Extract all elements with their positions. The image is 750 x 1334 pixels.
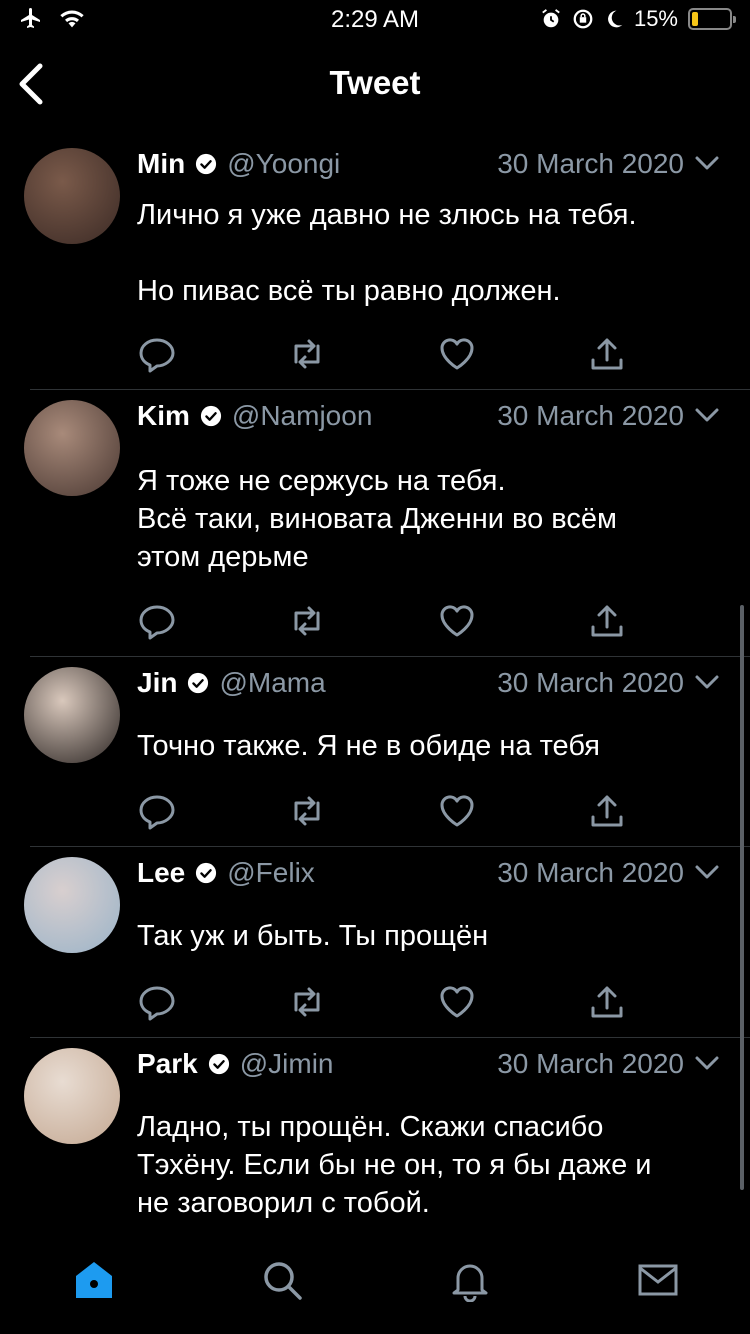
author-name[interactable]: Lee	[137, 857, 185, 889]
like-icon[interactable]	[437, 982, 477, 1022]
avatar[interactable]	[24, 148, 120, 244]
retweet-icon[interactable]	[287, 791, 327, 831]
share-icon[interactable]	[587, 982, 627, 1022]
tweet-actions	[137, 601, 627, 641]
tweet-header: Park @Jimin 30 March 2020	[137, 1044, 720, 1084]
tweet-text: Я тоже не сержусь на тебя. Всё таки, вин…	[137, 465, 617, 573]
tweet-date: 30 March 2020	[497, 667, 684, 698]
alarm-icon	[542, 9, 560, 28]
like-icon[interactable]	[437, 334, 477, 374]
battery-percent: 15%	[633, 6, 678, 31]
verified-badge-icon	[208, 1053, 229, 1075]
verified-badge-icon	[196, 862, 217, 884]
status-right: 15%	[540, 6, 736, 32]
verified-badge-icon	[196, 153, 217, 175]
author-name[interactable]: Jin	[137, 667, 177, 699]
chevron-down-icon[interactable]	[694, 861, 720, 883]
tweet-text: Так уж и быть. Ты прощён	[137, 920, 489, 952]
page-title: Tweet	[329, 64, 421, 101]
header: Tweet	[0, 44, 750, 124]
scrollbar[interactable]	[740, 605, 744, 1190]
tweet-header: Kim @Namjoon 30 March 2020	[137, 396, 720, 436]
tweet-actions	[137, 982, 627, 1022]
reply-icon[interactable]	[137, 334, 177, 374]
tweet-actions	[137, 791, 627, 831]
avatar[interactable]	[24, 1048, 120, 1144]
tweet[interactable]: Lee @Felix 30 March 2020 Так уж и быть. …	[0, 847, 750, 1038]
verified-badge-icon	[200, 405, 221, 427]
tab-bar	[0, 1236, 750, 1334]
reply-icon[interactable]	[137, 601, 177, 641]
avatar[interactable]	[24, 857, 120, 953]
reply-icon[interactable]	[137, 791, 177, 831]
moon-icon	[608, 10, 623, 28]
tweet-date: 30 March 2020	[497, 1048, 684, 1079]
share-icon[interactable]	[587, 334, 627, 374]
author-handle[interactable]: @Jimin	[240, 1048, 334, 1080]
tweet-text: Ладно, ты прощён. Скажи спасибо Тэхёну. …	[137, 1111, 652, 1219]
author-name[interactable]: Kim	[137, 400, 190, 432]
author-name[interactable]: Min	[137, 148, 185, 180]
author-name[interactable]: Park	[137, 1048, 198, 1080]
share-icon[interactable]	[587, 791, 627, 831]
avatar[interactable]	[24, 667, 120, 763]
tweet[interactable]: Park @Jimin 30 March 2020 Ладно, ты прощ…	[0, 1038, 750, 1238]
tweet-date: 30 March 2020	[497, 857, 684, 888]
tweet-date: 30 March 2020	[497, 400, 684, 431]
tweet-date: 30 March 2020	[497, 148, 684, 179]
messages-icon[interactable]	[636, 1258, 680, 1302]
tweet-header: Lee @Felix 30 March 2020	[137, 853, 720, 893]
chevron-down-icon[interactable]	[694, 1052, 720, 1074]
author-handle[interactable]: @Mama	[219, 667, 325, 699]
battery-icon	[688, 8, 736, 30]
reply-icon[interactable]	[137, 982, 177, 1022]
chevron-down-icon[interactable]	[694, 671, 720, 693]
search-icon[interactable]	[260, 1258, 304, 1302]
author-handle[interactable]: @Yoongi	[227, 148, 340, 180]
home-icon[interactable]	[72, 1258, 116, 1302]
verified-badge-icon	[188, 672, 209, 694]
like-icon[interactable]	[437, 791, 477, 831]
tweet[interactable]: Min @Yoongi 30 March 2020 Лично я уже да…	[0, 138, 750, 390]
tweet-actions	[137, 334, 627, 374]
author-handle[interactable]: @Felix	[227, 857, 315, 889]
retweet-icon[interactable]	[287, 601, 327, 641]
tweet-header: Min @Yoongi 30 March 2020	[137, 144, 720, 184]
notifications-icon[interactable]	[448, 1258, 492, 1302]
tweet[interactable]: Jin @Mama 30 March 2020 Точно также. Я н…	[0, 657, 750, 847]
avatar[interactable]	[24, 400, 120, 496]
retweet-icon[interactable]	[287, 982, 327, 1022]
tweet[interactable]: Kim @Namjoon 30 March 2020 Я тоже не сер…	[0, 390, 750, 657]
tweet-text: Лично я уже давно не злюсь на тебя. Но п…	[137, 199, 637, 307]
chevron-down-icon[interactable]	[694, 404, 720, 426]
author-handle[interactable]: @Namjoon	[232, 400, 372, 432]
retweet-icon[interactable]	[287, 334, 327, 374]
chevron-down-icon[interactable]	[694, 152, 720, 174]
battery-fill	[692, 12, 698, 26]
status-bar: 2:29 AM 15%	[0, 0, 750, 40]
share-icon[interactable]	[587, 601, 627, 641]
tweet-text: Точно также. Я не в обиде на тебя	[137, 730, 601, 762]
orientation-lock-icon	[573, 9, 593, 29]
like-icon[interactable]	[437, 601, 477, 641]
tweet-header: Jin @Mama 30 March 2020	[137, 663, 720, 703]
